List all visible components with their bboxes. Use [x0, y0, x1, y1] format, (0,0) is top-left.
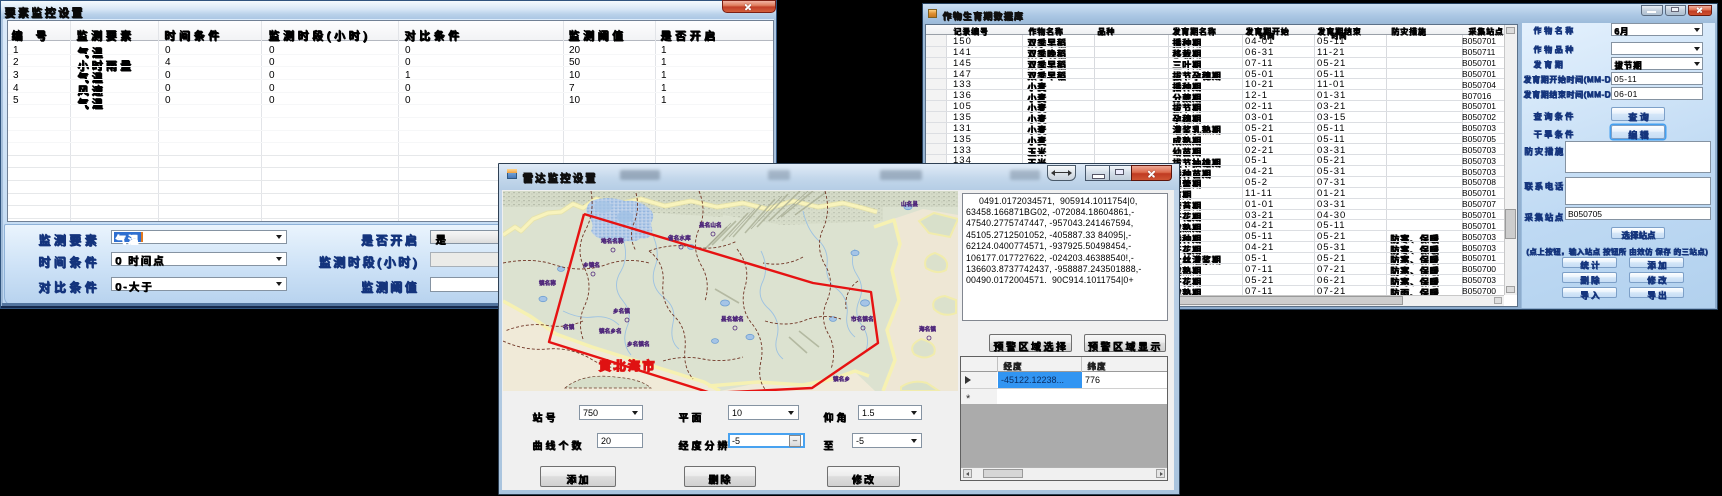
svg-text:镇名乡: 镇名乡: [833, 375, 850, 383]
svg-text:乡名镇名: 乡名镇名: [627, 340, 650, 348]
svg-text:镇名乡名: 镇名乡名: [599, 327, 622, 335]
svg-text:海名镇: 海名镇: [919, 325, 936, 333]
svg-text:县名山名: 县名山名: [699, 221, 722, 229]
svg-text:省名水库: 省名水库: [668, 234, 691, 242]
svg-text:镇名称: 镇名称: [539, 279, 556, 287]
svg-text:市名镇名: 市名镇名: [851, 315, 874, 323]
svg-text:乡镇名: 乡镇名: [583, 261, 600, 269]
svg-text:黄北海市: 黄北海市: [599, 358, 657, 373]
svg-text:县名城名: 县名城名: [721, 315, 744, 323]
svg-text:名镇: 名镇: [563, 323, 575, 331]
svg-text:乡名镇: 乡名镇: [613, 307, 630, 315]
svg-text:山名县: 山名县: [901, 200, 918, 208]
svg-text:地名名称: 地名名称: [601, 237, 624, 245]
